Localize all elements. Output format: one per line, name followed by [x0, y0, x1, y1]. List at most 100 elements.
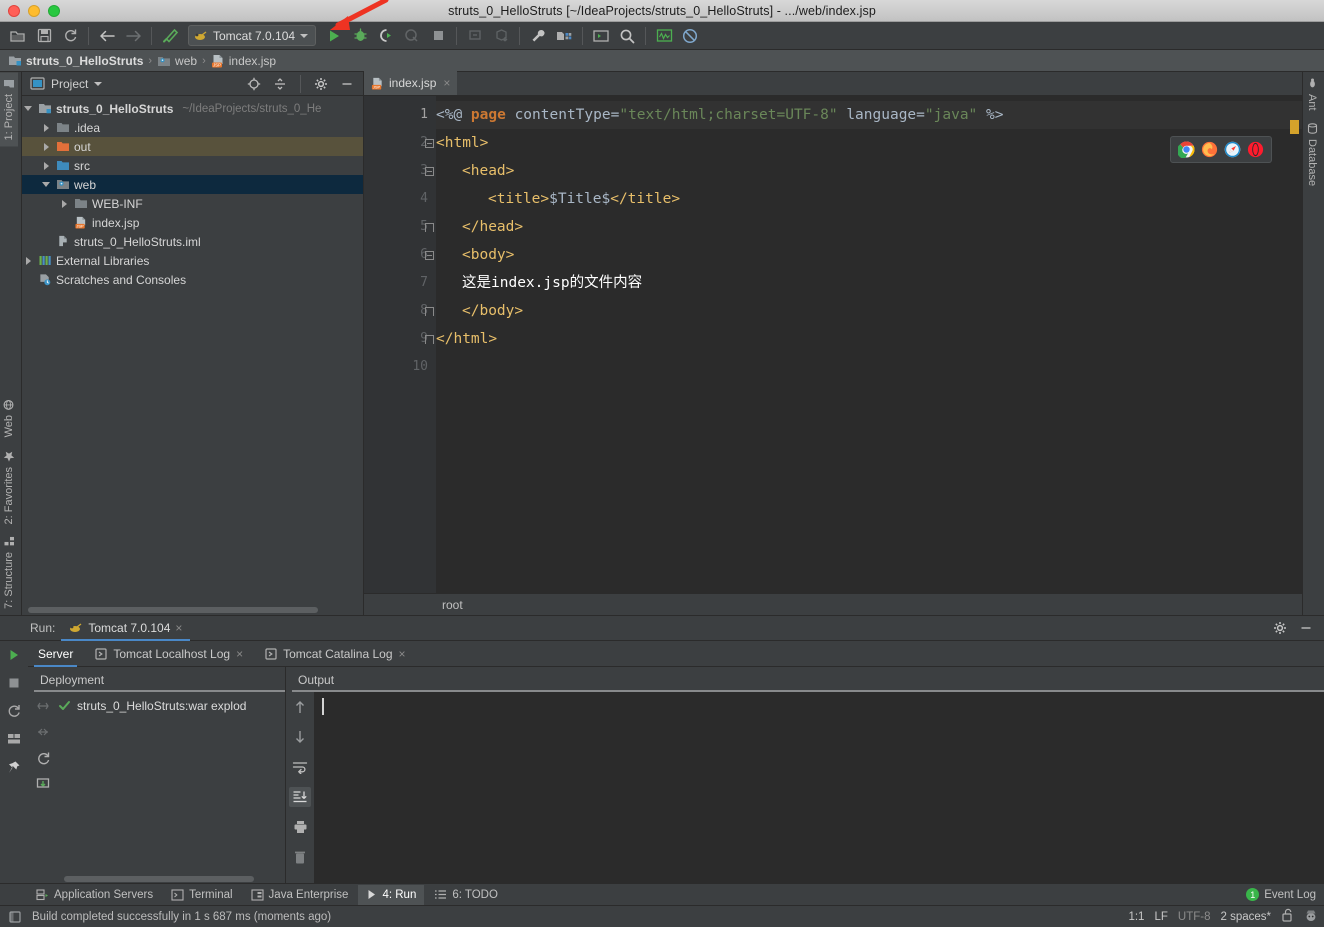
status-build-icon[interactable] — [8, 910, 22, 924]
tab-tomcat-localhost-log[interactable]: Tomcat Localhost Log × — [85, 641, 253, 667]
project-structure-icon[interactable] — [552, 25, 576, 47]
opera-icon[interactable] — [1247, 141, 1264, 158]
safari-icon[interactable] — [1224, 141, 1241, 158]
locate-target-icon[interactable] — [244, 75, 264, 93]
unlock-icon[interactable] — [1281, 908, 1294, 925]
stop-icon[interactable] — [3, 673, 25, 693]
gear-icon[interactable] — [311, 75, 331, 93]
toolwindow-terminal[interactable]: Terminal — [163, 885, 240, 905]
project-tree[interactable]: struts_0_HelloStruts ~/IdeaProjects/stru… — [22, 96, 363, 605]
toolwindow-java-enterprise[interactable]: Java Enterprise — [243, 885, 357, 905]
tree-row-src[interactable]: src — [22, 156, 363, 175]
run-configuration-selector[interactable]: Tomcat 7.0.104 — [188, 25, 317, 46]
project-tree-horizontal-scrollbar[interactable] — [22, 605, 363, 615]
project-view-chevron-down-icon[interactable] — [94, 81, 103, 86]
caret-position-indicator[interactable]: 1:1 — [1128, 911, 1144, 923]
breadcrumb-item-project[interactable]: struts_0_HelloStruts — [8, 54, 143, 68]
run-config-tab[interactable]: Tomcat 7.0.104 × — [61, 616, 191, 641]
code-editor[interactable]: 1 2 3 4 5 6 7 8 9 10 <%@ page contentTyp… — [364, 96, 1302, 593]
tab-tomcat-catalina-log[interactable]: Tomcat Catalina Log × — [255, 641, 415, 667]
tree-row-indexjsp[interactable]: JSP index.jsp — [22, 213, 363, 232]
close-icon[interactable]: × — [399, 647, 406, 661]
code-text-area[interactable]: <%@ page contentType="text/html;charset=… — [436, 96, 1302, 593]
deployment-tab[interactable]: Deployment — [28, 667, 285, 692]
editor-tab-indexjsp[interactable]: JSP index.jsp × — [364, 71, 458, 95]
tree-row-idea[interactable]: .idea — [22, 118, 363, 137]
editor-gutter[interactable]: 1 2 3 4 5 6 7 8 9 10 — [364, 96, 436, 593]
save-all-icon[interactable] — [32, 25, 56, 47]
right-tool-window-bar[interactable]: Ant Database — [1302, 72, 1324, 615]
sync-refresh-icon[interactable] — [58, 25, 82, 47]
tree-row-out[interactable]: out — [22, 137, 363, 156]
stop-icon[interactable] — [426, 25, 450, 47]
hide-minimize-icon[interactable] — [337, 75, 357, 93]
settings-wrench-icon[interactable] — [526, 25, 550, 47]
no-access-icon[interactable] — [678, 25, 702, 47]
close-icon[interactable]: × — [175, 621, 182, 635]
minimize-window-button[interactable] — [28, 4, 40, 17]
rerun-icon[interactable] — [3, 645, 25, 665]
scrollbar-thumb[interactable] — [28, 607, 318, 613]
toolwindow-todo[interactable]: 6: TODO — [426, 885, 506, 905]
output-tab[interactable]: Output — [286, 667, 1324, 692]
terminal-icon[interactable] — [589, 25, 613, 47]
fold-marker-html-end[interactable] — [422, 325, 436, 353]
scroll-down-icon[interactable] — [289, 727, 311, 747]
tree-row-iml[interactable]: struts_0_HelloStruts.iml — [22, 232, 363, 251]
main-toolbar[interactable]: Tomcat 7.0.104 — [0, 22, 1324, 50]
open-folder-icon[interactable] — [6, 25, 30, 47]
sidebar-item-project[interactable]: 1: Project — [0, 72, 18, 147]
left-tool-window-bar[interactable]: 1: Project Web 2: Favorites 7: Structure — [0, 72, 22, 615]
sidebar-item-favorites[interactable]: 2: Favorites — [0, 444, 18, 530]
tree-row-project[interactable]: struts_0_HelloStruts ~/IdeaProjects/stru… — [22, 99, 363, 118]
scroll-to-end-icon[interactable] — [289, 787, 311, 807]
chevron-down-icon[interactable] — [22, 106, 34, 111]
search-everywhere-icon[interactable] — [615, 25, 639, 47]
restart-icon[interactable] — [3, 701, 25, 721]
chrome-icon[interactable] — [1176, 141, 1195, 159]
gear-icon[interactable] — [1270, 619, 1290, 637]
deployment-toolbar[interactable] — [28, 692, 58, 874]
chevron-right-icon[interactable] — [22, 256, 34, 265]
fold-marker-body[interactable] — [422, 241, 436, 269]
sidebar-item-web[interactable]: Web — [0, 393, 18, 443]
fold-marker-head[interactable] — [422, 157, 436, 185]
window-controls[interactable] — [0, 4, 60, 17]
debug-icon[interactable] — [348, 25, 372, 47]
build-hammer-icon[interactable] — [158, 25, 182, 47]
deployment-item[interactable]: struts_0_HelloStruts:war explod — [58, 696, 285, 715]
tree-row-webinf[interactable]: WEB-INF — [22, 194, 363, 213]
output-toolbar[interactable] — [286, 692, 314, 883]
scrollbar-thumb[interactable] — [64, 875, 254, 882]
output-console[interactable] — [314, 692, 1324, 883]
fold-gutter[interactable] — [422, 101, 436, 353]
bottom-tool-window-bar[interactable]: Application Servers Terminal Java Enterp… — [0, 883, 1324, 905]
sidebar-item-database[interactable]: Database — [1303, 117, 1321, 192]
collapse-all-icon[interactable] — [270, 75, 290, 93]
sidebar-item-structure[interactable]: 7: Structure — [0, 530, 18, 615]
indent-indicator[interactable]: 2 spaces* — [1220, 911, 1271, 923]
fold-marker-body-end[interactable] — [422, 297, 436, 325]
run-with-coverage-icon[interactable] — [374, 25, 398, 47]
editor-tab-bar[interactable]: JSP index.jsp × — [364, 71, 1302, 96]
tree-row-external-libraries[interactable]: External Libraries — [22, 251, 363, 270]
deployment-horizontal-scrollbar[interactable] — [28, 874, 285, 883]
close-window-button[interactable] — [8, 4, 20, 17]
breadcrumb-item-web[interactable]: web — [157, 54, 197, 68]
breadcrumb-item-file[interactable]: JSP index.jsp — [211, 54, 276, 68]
pin-icon[interactable] — [3, 757, 25, 777]
toolwindow-run[interactable]: 4: Run — [358, 884, 425, 905]
line-separator-indicator[interactable]: LF — [1154, 911, 1167, 923]
maximize-window-button[interactable] — [48, 4, 60, 17]
encoding-indicator[interactable]: UTF-8 — [1178, 911, 1211, 923]
run-icon[interactable] — [322, 25, 346, 47]
firefox-icon[interactable] — [1201, 141, 1218, 158]
close-icon[interactable]: × — [236, 647, 243, 661]
error-stripe-marker[interactable] — [1290, 120, 1299, 134]
deployment-list[interactable]: struts_0_HelloStruts:war explod — [58, 692, 285, 874]
chevron-down-icon[interactable] — [40, 182, 52, 187]
chevron-right-icon[interactable] — [40, 142, 52, 151]
toolwindow-application-servers[interactable]: Application Servers — [28, 885, 161, 905]
fold-marker-head-end[interactable] — [422, 213, 436, 241]
back-arrow-icon[interactable] — [95, 25, 119, 47]
